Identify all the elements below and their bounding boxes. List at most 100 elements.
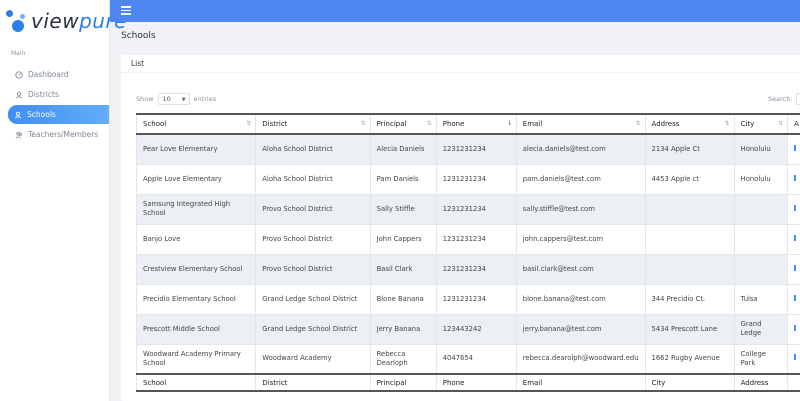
column-header-phone[interactable]: Phone ⇂ (435, 113, 517, 135)
table-row[interactable]: Pear Love Elementary Aloha School Distric… (135, 133, 800, 165)
table-cell (644, 253, 735, 285)
table-cell (644, 193, 735, 225)
overflow-cell (787, 283, 800, 315)
table-cell: Provo School District (255, 223, 371, 255)
row-action-marker[interactable] (794, 144, 797, 151)
overflow-cell (787, 193, 800, 225)
card-title: List (131, 59, 145, 68)
table-cell: Woodward Academy Primary School (135, 343, 257, 375)
table-cell: Blone Banana (369, 283, 437, 315)
table-row[interactable]: Precidio Elementary School Grand Ledge Sc… (135, 283, 800, 315)
logo-dot-icon (12, 20, 24, 32)
footer-city: City (644, 373, 735, 392)
row-action-marker[interactable] (794, 294, 797, 301)
table-cell: Sally Stiffle (369, 193, 437, 225)
footer-email: Email (515, 373, 646, 392)
table-cell: rebecca.dearolph@woodward.edu (515, 343, 646, 375)
row-action-marker[interactable] (794, 234, 797, 241)
table-cell: sally.stiffle@test.com (515, 193, 646, 225)
table-cell: Provo School District (255, 193, 371, 225)
table-row[interactable]: Banjo Love Provo School District John Capp… (135, 223, 800, 255)
overflow-cell (787, 163, 800, 195)
table-cell: 123443242 (435, 313, 517, 345)
overflow-cell (787, 133, 800, 165)
table-cell: Aloha School District (255, 133, 371, 165)
table-cell: alecia.daniels@test.com (515, 133, 646, 165)
footer-district: District (255, 373, 371, 392)
table-cell: 2134 Apple Ct (644, 133, 735, 165)
sort-desc-icon: ⇂ (506, 120, 512, 127)
users-icon (15, 131, 23, 139)
search-control: Search: (768, 93, 800, 105)
table-cell: Precidio Elementary School (135, 283, 257, 315)
row-action-marker[interactable] (794, 204, 797, 211)
overflow-cell (787, 223, 800, 255)
sidebar-item-dashboard[interactable]: Dashboard (9, 65, 109, 84)
table-cell: 1231231234 (435, 193, 517, 225)
page-length-select[interactable]: 10 ▼ (157, 93, 190, 105)
table-cell: 1231231234 (435, 253, 517, 285)
sidebar-item-teachers-members[interactable]: Teachers/Members (9, 125, 109, 144)
table-cell: Woodward Academy (255, 343, 371, 375)
show-label: Show (136, 95, 154, 103)
search-label: Search: (768, 95, 793, 103)
column-header-address[interactable]: Address ⇅ (644, 113, 735, 135)
table-cell: College Park (733, 343, 789, 375)
sidebar-item-label: Dashboard (28, 70, 69, 79)
table-cell: Provo School District (255, 253, 371, 285)
table-row[interactable]: Prescott Middle School Grand Ledge School… (135, 313, 800, 345)
table-cell: Rebecca Dearloph (369, 343, 437, 375)
table-cell: Banjo Love (135, 223, 257, 255)
row-action-marker[interactable] (794, 264, 797, 271)
schools-table: School ⇅ District ⇅ Principal ⇅ Phone ⇂ Emai… (135, 113, 800, 392)
table-cell (733, 253, 789, 285)
logo-dot-icon (6, 10, 13, 17)
table-cell: Grand Ledge School District (255, 283, 371, 315)
table-cell: pam.daniels@test.com (515, 163, 646, 195)
table-cell: 1662 Rugby Avenue (644, 343, 735, 375)
menu-icon[interactable] (121, 6, 131, 15)
sidebar-item-label: Teachers/Members (28, 130, 99, 139)
table-row[interactable]: Samsung Integrated High School Provo Scho… (135, 193, 800, 225)
table-cell: Samsung Integrated High School (135, 193, 257, 225)
column-header-overflow[interactable]: A (787, 113, 800, 135)
sidebar-item-schools[interactable]: Schools (8, 105, 109, 124)
footer-address: Address (733, 373, 789, 392)
row-action-marker[interactable] (794, 354, 797, 361)
table-cell: Grand Ledge School District (255, 313, 371, 345)
sidebar-item-label: Schools (27, 110, 56, 119)
entries-label: entries (193, 95, 217, 103)
sort-icon: ⇅ (724, 120, 730, 127)
search-input[interactable] (795, 93, 800, 105)
sort-icon: ⇅ (778, 120, 784, 127)
table-cell: Honolulu (733, 133, 789, 165)
sidebar-item-label: Districts (28, 90, 59, 99)
footer-principal: Principal (369, 373, 437, 392)
table-cell: Basil Clark (369, 253, 437, 285)
column-header-email[interactable]: Email ⇅ (515, 113, 646, 135)
table-cell: 4453 Apple ct (644, 163, 735, 195)
row-action-marker[interactable] (794, 324, 797, 331)
nav-section-label: Main (11, 50, 26, 57)
table-cell (644, 223, 735, 255)
table-cell: Pam Daniels (369, 163, 437, 195)
table-cell: blone.banana@test.com (515, 283, 646, 315)
dashboard-icon (15, 70, 23, 79)
table-cell: basil.clark@test.com (515, 253, 646, 285)
page-title: Schools (121, 31, 156, 41)
sort-icon: ⇅ (360, 120, 366, 127)
table-row[interactable]: Woodward Academy Primary School Woodward … (135, 343, 800, 375)
column-header-school[interactable]: School ⇅ (135, 113, 257, 135)
column-header-city[interactable]: City ⇅ (733, 113, 789, 135)
sidebar-item-districts[interactable]: Districts (9, 85, 109, 104)
column-header-district[interactable]: District ⇅ (255, 113, 371, 135)
page-length-control: Show 10 ▼ entries (136, 93, 216, 105)
sort-icon: ⇅ (426, 120, 432, 127)
sidebar: viewpure Main Dashboard Districts School… (0, 0, 126, 401)
table-cell: 4047654 (435, 343, 517, 375)
table-row[interactable]: Crestview Elementary School Provo School … (135, 253, 800, 285)
logo[interactable]: viewpure (4, 6, 126, 36)
table-row[interactable]: Apple Love Elementary Aloha School Distri… (135, 163, 800, 195)
column-header-principal[interactable]: Principal ⇅ (369, 113, 437, 135)
row-action-marker[interactable] (794, 174, 797, 181)
